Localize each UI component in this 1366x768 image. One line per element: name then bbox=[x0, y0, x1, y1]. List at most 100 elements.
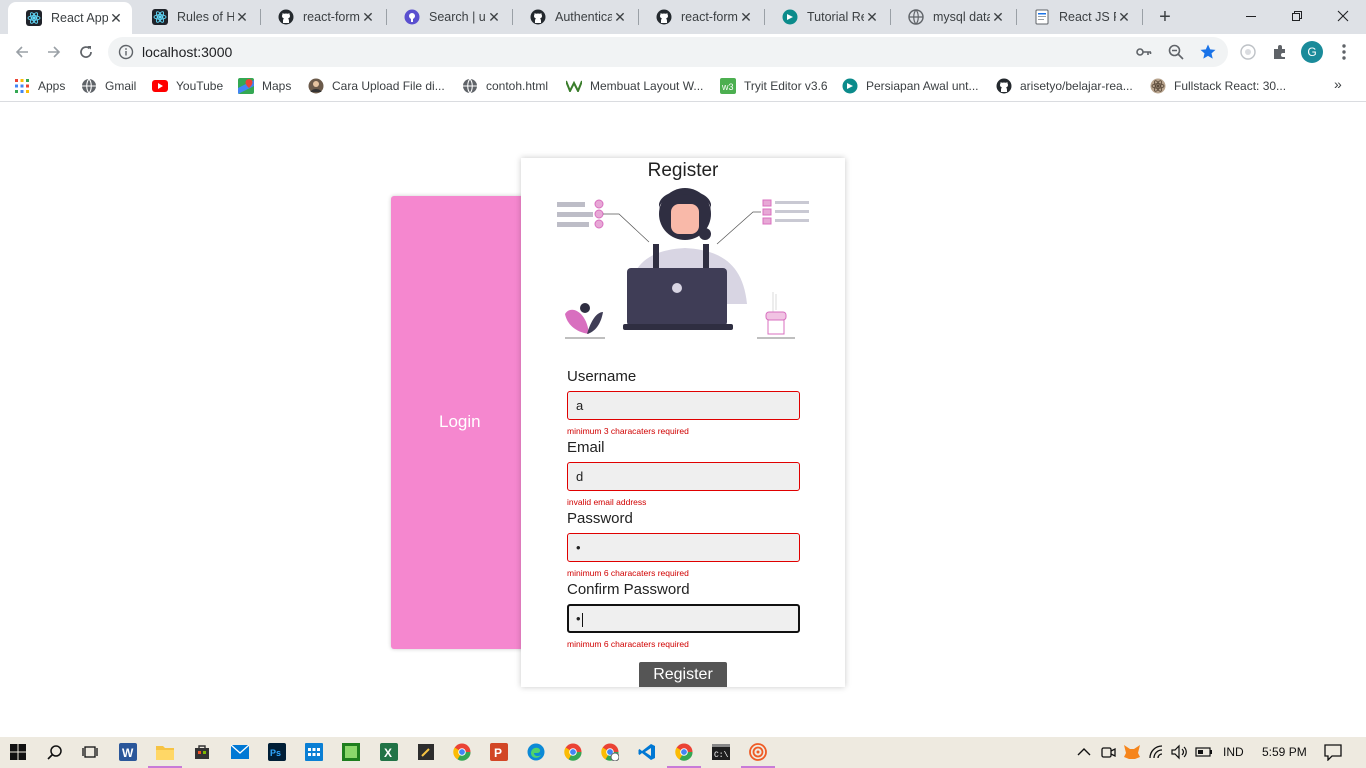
maps-icon bbox=[238, 78, 254, 94]
tab-rules-of-hooks[interactable]: Rules of Ho ✕ bbox=[134, 0, 258, 34]
tab-react-form-1[interactable]: react-form- ✕ bbox=[260, 0, 384, 34]
bookmark-cara-upload[interactable]: Cara Upload File di... bbox=[308, 76, 445, 96]
terminal-icon[interactable]: C:\ bbox=[712, 743, 730, 761]
tab-react-js[interactable]: React JS Pa ✕ bbox=[1016, 0, 1140, 34]
game-icon[interactable] bbox=[342, 743, 360, 761]
taskbar: W Ps X P C:\ IND 5:59 PM bbox=[0, 737, 1366, 768]
tab-tutorial-react[interactable]: Tutorial Rea ✕ bbox=[764, 0, 888, 34]
password-label: Password bbox=[567, 510, 633, 527]
file-explorer-icon[interactable] bbox=[148, 743, 182, 768]
password-input[interactable]: • bbox=[567, 533, 800, 562]
window-close-button[interactable] bbox=[1320, 0, 1366, 32]
close-icon[interactable]: ✕ bbox=[486, 9, 502, 25]
react-icon bbox=[26, 10, 42, 26]
excel-icon[interactable]: X bbox=[380, 743, 398, 761]
github-icon bbox=[996, 78, 1012, 94]
back-button[interactable] bbox=[8, 38, 36, 66]
menu-dots-icon[interactable] bbox=[1334, 42, 1354, 62]
task-view-icon[interactable] bbox=[81, 743, 99, 761]
svg-text:w3: w3 bbox=[721, 82, 734, 92]
chrome-icon[interactable] bbox=[453, 743, 471, 761]
zoom-icon[interactable] bbox=[1166, 42, 1186, 62]
wifi-icon[interactable] bbox=[1148, 743, 1166, 761]
notification-icon[interactable] bbox=[1324, 743, 1342, 761]
postman-icon[interactable] bbox=[741, 743, 775, 768]
calendar-icon[interactable] bbox=[305, 743, 323, 761]
address-bar[interactable]: localhost:3000 bbox=[108, 37, 1228, 67]
powerpoint-icon[interactable]: P bbox=[490, 743, 508, 761]
tab-react-form-2[interactable]: react-form- ✕ bbox=[638, 0, 762, 34]
bookmark-arisetyo[interactable]: arisetyo/belajar-rea... bbox=[996, 76, 1133, 96]
close-icon[interactable]: ✕ bbox=[864, 9, 880, 25]
bookmark-star-icon[interactable] bbox=[1198, 42, 1218, 62]
tab-search-unf[interactable]: Search | unf ✕ bbox=[386, 0, 510, 34]
restore-icon bbox=[1292, 11, 1302, 21]
restore-button[interactable] bbox=[1274, 0, 1320, 32]
extension-icon[interactable] bbox=[1238, 42, 1258, 62]
close-icon[interactable]: ✕ bbox=[234, 9, 250, 25]
vscode-icon[interactable] bbox=[638, 743, 656, 761]
photoshop-icon[interactable]: Ps bbox=[268, 743, 286, 761]
reload-button[interactable] bbox=[72, 38, 100, 66]
meet-now-icon[interactable] bbox=[1099, 743, 1117, 761]
bookmark-label: Membuat Layout W... bbox=[590, 79, 704, 93]
key-icon[interactable] bbox=[1134, 42, 1154, 62]
chrome-icon[interactable] bbox=[564, 743, 582, 761]
close-icon[interactable]: ✕ bbox=[360, 9, 376, 25]
chevron-up-icon[interactable] bbox=[1075, 743, 1093, 761]
bookmark-contoh[interactable]: contoh.html bbox=[462, 76, 548, 96]
tutorial-icon bbox=[842, 78, 858, 94]
notes-icon[interactable] bbox=[417, 743, 435, 761]
metamask-icon[interactable] bbox=[1123, 743, 1141, 761]
tab-authenticat[interactable]: Authenticat ✕ bbox=[512, 0, 636, 34]
battery-icon[interactable] bbox=[1195, 743, 1213, 761]
bookmark-fullstack-react[interactable]: Fullstack React: 30... bbox=[1150, 76, 1286, 96]
username-input[interactable]: a bbox=[567, 391, 800, 420]
chrome-profile-icon[interactable] bbox=[601, 743, 619, 761]
close-icon[interactable]: ✕ bbox=[738, 9, 754, 25]
word-icon[interactable]: W bbox=[119, 743, 137, 761]
bookmark-membuat-layout[interactable]: Membuat Layout W... bbox=[566, 76, 703, 96]
bookmark-gmail[interactable]: Gmail bbox=[81, 76, 136, 96]
store-icon[interactable] bbox=[193, 743, 211, 761]
language-indicator[interactable]: IND bbox=[1223, 745, 1244, 759]
register-card: Register Username a minimum 3 characater… bbox=[521, 158, 845, 687]
volume-icon[interactable] bbox=[1171, 743, 1189, 761]
mail-icon[interactable] bbox=[231, 743, 249, 761]
chrome-active-icon[interactable] bbox=[667, 743, 701, 768]
tab-label: Tutorial Rea bbox=[807, 10, 864, 24]
bookmark-tryit-editor[interactable]: w3 Tryit Editor v3.6 bbox=[720, 76, 828, 96]
edge-icon[interactable] bbox=[527, 743, 545, 761]
windows-start-icon[interactable] bbox=[9, 743, 27, 761]
clock[interactable]: 5:59 PM bbox=[1262, 745, 1307, 759]
forward-button[interactable] bbox=[40, 38, 68, 66]
bookmark-apps[interactable]: Apps bbox=[14, 76, 65, 96]
confirm-password-input[interactable]: • bbox=[567, 604, 800, 633]
profile-avatar[interactable]: G bbox=[1301, 41, 1323, 63]
close-icon[interactable]: ✕ bbox=[108, 10, 124, 26]
close-icon bbox=[1337, 10, 1349, 22]
email-input[interactable]: d bbox=[567, 462, 800, 491]
more-bookmarks-button[interactable]: » bbox=[1334, 76, 1342, 92]
close-icon[interactable]: ✕ bbox=[990, 9, 1006, 25]
search-icon[interactable] bbox=[46, 743, 64, 761]
login-label[interactable]: Login bbox=[439, 412, 481, 432]
svg-text:Ps: Ps bbox=[270, 748, 281, 758]
bookmark-maps[interactable]: Maps bbox=[238, 76, 291, 96]
new-tab-button[interactable]: + bbox=[1153, 5, 1177, 29]
close-icon[interactable]: ✕ bbox=[612, 9, 628, 25]
info-icon[interactable] bbox=[118, 44, 134, 65]
minimize-button[interactable] bbox=[1228, 0, 1274, 32]
globe-icon bbox=[908, 9, 924, 25]
bookmark-youtube[interactable]: YouTube bbox=[152, 76, 223, 96]
register-button[interactable]: Register bbox=[639, 662, 727, 687]
bookmark-label: Tryit Editor v3.6 bbox=[744, 79, 828, 93]
tab-react-app[interactable]: React App ✕ bbox=[8, 2, 132, 34]
tab-mysql[interactable]: mysql datal ✕ bbox=[890, 0, 1014, 34]
bookmark-persiapan[interactable]: Persiapan Awal unt... bbox=[842, 76, 979, 96]
close-icon[interactable]: ✕ bbox=[1116, 9, 1132, 25]
puzzle-icon[interactable] bbox=[1270, 42, 1290, 62]
bookmark-label: Apps bbox=[38, 79, 66, 93]
login-panel[interactable]: Login bbox=[391, 196, 531, 649]
w3-icon: w3 bbox=[720, 78, 736, 94]
